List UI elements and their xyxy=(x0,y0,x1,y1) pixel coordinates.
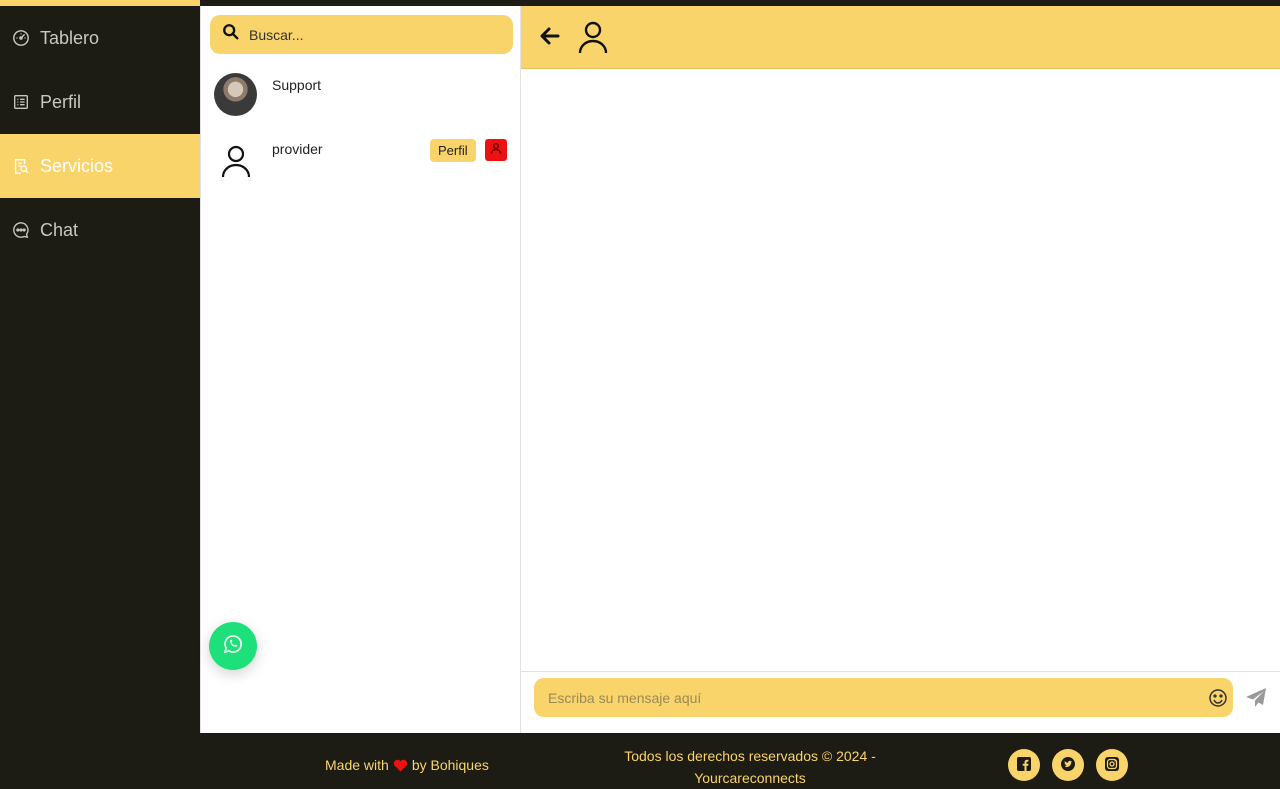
dashboard-icon xyxy=(12,29,30,47)
whatsapp-icon xyxy=(223,634,243,659)
social-links xyxy=(1008,749,1140,781)
twitter-icon xyxy=(1061,756,1075,774)
sidebar-item-chat[interactable]: Chat xyxy=(0,198,200,262)
instagram-icon xyxy=(1105,756,1119,774)
sidebar-item-servicios[interactable]: Servicios xyxy=(0,134,200,198)
message-input-box[interactable] xyxy=(534,678,1233,717)
facebook-link[interactable] xyxy=(1008,749,1040,781)
send-icon[interactable] xyxy=(1245,687,1267,709)
avatar xyxy=(214,73,257,116)
list-icon xyxy=(12,93,30,111)
heart-icon xyxy=(393,759,408,772)
contact-name: provider xyxy=(272,141,323,157)
services-icon xyxy=(12,157,30,175)
user-block-icon xyxy=(490,141,502,159)
sidebar-item-label: Servicios xyxy=(40,155,114,176)
block-user-button[interactable] xyxy=(485,139,507,161)
twitter-link[interactable] xyxy=(1052,749,1084,781)
chat-header xyxy=(521,6,1280,69)
sidebar-item-label: Chat xyxy=(40,219,79,240)
user-icon xyxy=(577,20,609,54)
made-with-credit: Made with by Bohiques xyxy=(325,757,489,773)
instagram-link[interactable] xyxy=(1096,749,1128,781)
copyright-text: Todos los derechos reservados © 2024 - Y… xyxy=(590,745,910,789)
chat-bubble-icon xyxy=(12,221,30,239)
whatsapp-button[interactable] xyxy=(209,622,257,670)
contact-item-provider[interactable]: provider Perfil xyxy=(201,135,522,199)
search-icon xyxy=(222,23,240,46)
sidebar-item-tablero[interactable]: Tablero xyxy=(0,6,200,70)
copyright-line: Todos los derechos reservados © 2024 - xyxy=(624,748,876,764)
sidebar-item-perfil[interactable]: Perfil xyxy=(0,70,200,134)
back-arrow-icon[interactable] xyxy=(538,24,562,48)
footer: Made with by Bohiques Todos los derechos… xyxy=(200,733,1280,789)
made-with-prefix: Made with xyxy=(325,757,389,773)
contact-item-support[interactable]: Support xyxy=(201,73,522,137)
sidebar: Tablero Perfil Servicios Chat xyxy=(0,6,200,733)
made-with-suffix: by Bohiques xyxy=(411,757,489,773)
message-composer xyxy=(521,671,1280,733)
message-input[interactable] xyxy=(548,678,1188,717)
sidebar-item-label: Tablero xyxy=(40,27,100,48)
facebook-icon xyxy=(1017,756,1031,774)
chat-panel xyxy=(521,6,1280,733)
user-icon xyxy=(214,139,257,182)
contacts-panel: Support provider Perfil xyxy=(200,6,521,733)
search-input[interactable] xyxy=(249,26,489,43)
copyright-line: Yourcareconnects xyxy=(694,770,806,786)
sidebar-item-label: Perfil xyxy=(40,91,82,112)
message-area xyxy=(521,69,1280,671)
profile-button[interactable]: Perfil xyxy=(430,139,476,162)
search-box[interactable] xyxy=(210,15,513,54)
emoji-icon[interactable] xyxy=(1208,688,1228,708)
contact-name: Support xyxy=(272,77,322,93)
